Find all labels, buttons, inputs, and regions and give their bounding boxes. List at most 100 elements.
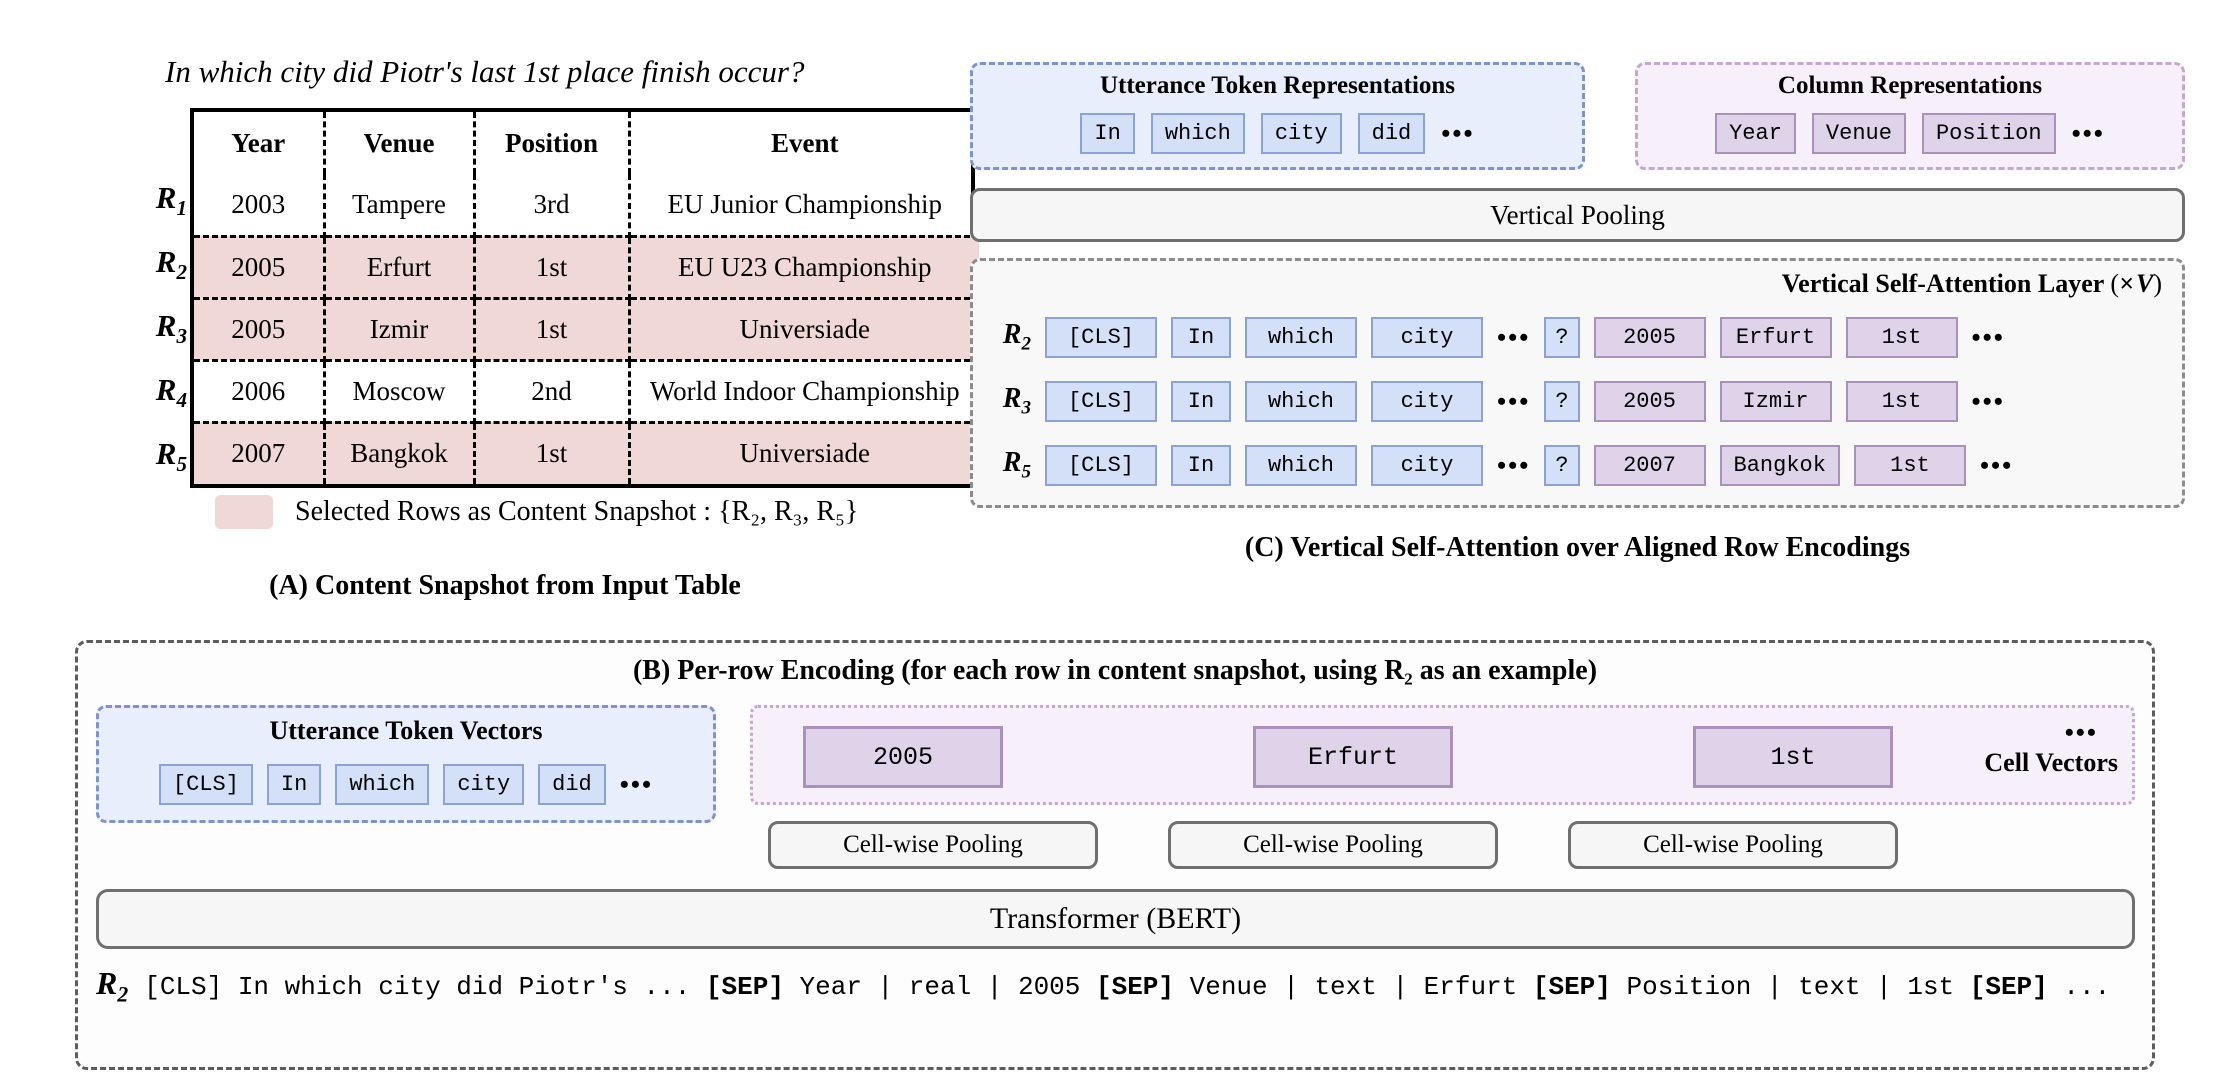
question-utterance: In which city did Piotr's last 1st place… — [165, 54, 805, 89]
vsa-cell-token: Izmir — [1719, 381, 1832, 422]
cell-wise-pooling-1: Cell-wise Pooling — [768, 821, 1098, 869]
vsa-cell-token: 2005 — [1593, 317, 1706, 358]
vsa-cell-token: 2005 — [1593, 381, 1706, 422]
column-token: Venue — [1811, 113, 1906, 154]
vsa-row-r2: R2 [CLS] In which city ••• ? 2005 Erfurt… — [987, 317, 2005, 358]
row-label-r4: R4 — [155, 372, 187, 413]
vsa-cell-token: Erfurt — [1719, 317, 1832, 358]
panel-a-content-snapshot: In which city did Piotr's last 1st place… — [40, 40, 979, 601]
table-header-cell: Event — [771, 127, 839, 158]
table-cell: 2005 — [194, 236, 326, 300]
vsa-token-cls: [CLS] — [1045, 317, 1157, 358]
legend-color-swatch — [215, 495, 273, 529]
column-representations-box: Column Representations Year Venue Positi… — [1635, 62, 2185, 170]
utterance-token-vectors-box: Utterance Token Vectors [CLS] In which c… — [96, 705, 716, 823]
vsa-token: city — [1371, 381, 1483, 422]
table-row: 2003 Tampere 3rd EU Junior Championship — [194, 174, 979, 238]
utterance-token: city — [443, 764, 525, 805]
sequence-segment: ... — [2047, 972, 2111, 1002]
sequence-sep-token: [SEP] — [1532, 972, 1611, 1002]
row-label-r5: R5 — [155, 436, 187, 477]
column-token: Year — [1715, 113, 1796, 154]
cell-wise-pooling-label: Cell-wise Pooling — [843, 831, 1023, 858]
vsa-token: city — [1371, 317, 1483, 358]
table-row: 2006 Moscow 2nd World Indoor Championshi… — [194, 360, 979, 424]
vsa-token-cls: [CLS] — [1045, 445, 1157, 486]
table-header-row: Year Venue Position Event — [194, 112, 979, 174]
sequence-segment: Venue | text | Erfurt — [1174, 972, 1533, 1002]
ellipsis-icon: ••• — [2071, 118, 2105, 148]
table-cell: EU U23 Championship — [629, 236, 979, 300]
utterance-token: city — [1260, 113, 1342, 154]
figure-canvas: In which city did Piotr's last 1st place… — [0, 0, 2217, 1090]
ellipsis-icon: ••• — [1971, 386, 2005, 416]
vsa-cell-token: 1st — [1853, 445, 1966, 486]
table-row-selected: 2005 Erfurt 1st EU U23 Championship — [194, 236, 979, 300]
utterance-vector-list: [CLS] In which city did ••• — [99, 764, 713, 805]
table-cell: 1st — [474, 236, 631, 300]
table-cell: 2006 — [194, 360, 326, 424]
cell-vectors-label: Cell Vectors — [1984, 748, 2118, 777]
table-cell: Moscow — [324, 360, 476, 424]
vertical-self-attention-title: Vertical Self-Attention Layer (× V) — [1781, 269, 2162, 298]
panel-b-per-row-encoding: (B) Per-row Encoding (for each row in co… — [75, 640, 2155, 1070]
vsa-row-r5: R5 [CLS] In which city ••• ? 2007 Bangko… — [987, 445, 2013, 486]
cell-vector: 2005 — [803, 726, 1003, 788]
sequence-segment: Year | real | 2005 — [783, 972, 1096, 1002]
cell-vector: 1st — [1693, 726, 1893, 788]
cell-vectors-box: 2005 Erfurt 1st ••• Cell Vectors — [750, 705, 2135, 805]
sequence-sep-token: [SEP] — [1969, 972, 2048, 1002]
vertical-self-attention-box: Vertical Self-Attention Layer (× V) R2 [… — [970, 258, 2185, 508]
table-cell: Izmir — [324, 298, 476, 362]
row-label-r3: R3 — [155, 308, 187, 349]
cell-wise-pooling-label: Cell-wise Pooling — [1243, 831, 1423, 858]
vsa-row-label: R5 — [1002, 447, 1031, 483]
utterance-vectors-title: Utterance Token Vectors — [269, 716, 543, 745]
table-cell: Bangkok — [324, 422, 476, 484]
table-header-cell: Position — [474, 112, 631, 174]
input-table: Year Venue Position Event 2003 Tampere 3… — [190, 108, 979, 488]
caption-panel-c: (C) Vertical Self-Attention over Aligned… — [1244, 532, 1911, 563]
ellipsis-icon: ••• — [619, 769, 654, 799]
utterance-box-title: Utterance Token Representations — [1099, 72, 1456, 99]
utterance-token-representations-box: Utterance Token Representations In which… — [970, 62, 1585, 170]
vsa-row-label: R3 — [1002, 383, 1031, 419]
table-cell: 3rd — [474, 174, 631, 238]
ellipsis-icon: ••• — [1497, 450, 1531, 480]
utterance-token-cls: [CLS] — [158, 764, 253, 805]
table-row-selected: 2005 Izmir 1st Universiade — [194, 298, 979, 362]
vsa-token: city — [1371, 445, 1483, 486]
cell-wise-pooling-label: Cell-wise Pooling — [1643, 831, 1823, 858]
table-cell: 1st — [474, 422, 631, 484]
table-header-cell: Venue — [324, 112, 476, 174]
vsa-cell-token: 1st — [1845, 317, 1958, 358]
ellipsis-icon: ••• — [1497, 386, 1531, 416]
vsa-token-question: ? — [1544, 381, 1580, 422]
vsa-token: In — [1171, 381, 1231, 422]
vsa-token: which — [1245, 317, 1357, 358]
sequence-text: [CLS] In which city did Piotr's ... [SEP… — [144, 972, 2110, 1002]
table-cell: EU Junior Championship — [629, 174, 979, 238]
input-table-grid: Year Venue Position Event 2003 Tampere 3… — [194, 112, 979, 484]
table-cell: 2003 — [194, 174, 326, 238]
vsa-cell-token: Bangkok — [1719, 445, 1840, 486]
cell-wise-pooling-3: Cell-wise Pooling — [1568, 821, 1898, 869]
utterance-token: did — [538, 764, 606, 805]
caption-panel-b: (B) Per-row Encoding (for each row in co… — [632, 655, 1598, 686]
vsa-token: In — [1171, 445, 1231, 486]
column-box-title: Column Representations — [1777, 72, 2043, 99]
utterance-token: which — [1150, 113, 1245, 154]
input-sequence-line: R2 [CLS] In which city did Piotr's ... [… — [96, 965, 2135, 1007]
cell-wise-pooling-2: Cell-wise Pooling — [1168, 821, 1498, 869]
legend-label: Selected Rows as Content Snapshot : {R₂,… — [295, 496, 859, 527]
sequence-segment: Position | text | 1st — [1610, 972, 1970, 1002]
vsa-row-label: R2 — [1002, 319, 1031, 355]
sequence-segment: [CLS] In which city did Piotr's ... — [144, 972, 706, 1002]
vsa-cell-token: 1st — [1845, 381, 1958, 422]
cell-vector: Erfurt — [1253, 726, 1453, 788]
utterance-token: which — [335, 764, 430, 805]
table-cell: 2005 — [194, 298, 326, 362]
table-cell: 1st — [474, 298, 631, 362]
utterance-token: did — [1357, 113, 1426, 154]
vsa-token-cls: [CLS] — [1045, 381, 1157, 422]
